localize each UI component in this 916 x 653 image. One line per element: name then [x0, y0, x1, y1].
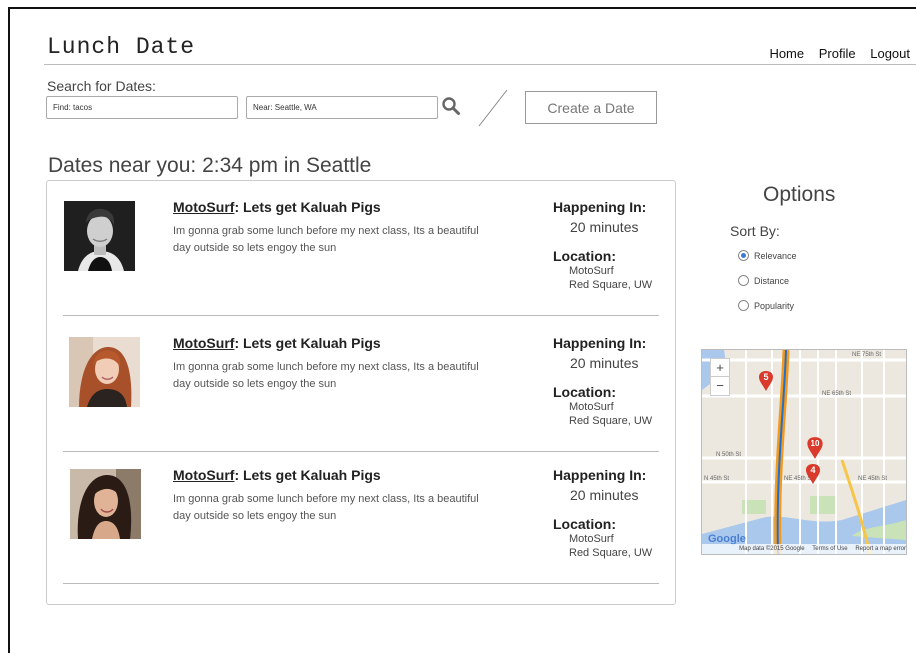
sort-relevance-radio[interactable]: Relevance — [738, 250, 797, 261]
happening-value: 20 minutes — [570, 355, 639, 371]
date-card[interactable]: MotoSurf: Lets get Kaluah Pigs Im gonna … — [63, 181, 659, 316]
place-link[interactable]: MotoSurf — [173, 199, 234, 215]
nav-logout-link[interactable]: Logout — [870, 46, 910, 61]
radio-label: Popularity — [754, 300, 795, 311]
location-place: MotoSurf — [569, 533, 614, 545]
location-area: Red Square, UW — [569, 415, 653, 427]
search-icon[interactable] — [441, 96, 461, 116]
radio-selected-icon — [738, 250, 749, 261]
svg-text:NE 45th St: NE 45th St — [858, 476, 887, 482]
sort-popularity-radio[interactable]: Popularity — [738, 300, 794, 311]
date-title: MotoSurf: Lets get Kaluah Pigs — [173, 335, 381, 351]
location-label: Location: — [553, 516, 616, 532]
nav-home-link[interactable]: Home — [769, 46, 804, 61]
radio-icon — [738, 300, 749, 311]
options-title: Options — [763, 183, 836, 206]
dates-panel: MotoSurf: Lets get Kaluah Pigs Im gonna … — [46, 180, 676, 605]
location-map[interactable]: NE 75th St NE 65th St N 50th St N 45th S… — [701, 349, 907, 555]
divider-slash — [478, 89, 508, 127]
place-link[interactable]: MotoSurf — [173, 335, 234, 351]
happening-value: 20 minutes — [570, 219, 639, 235]
nav-profile-link[interactable]: Profile — [819, 46, 856, 61]
location-area: Red Square, UW — [569, 279, 653, 291]
happening-label: Happening In: — [553, 335, 647, 351]
date-title: MotoSurf: Lets get Kaluah Pigs — [173, 467, 381, 483]
location-place: MotoSurf — [569, 265, 614, 277]
marker-label: 5 — [763, 372, 769, 382]
radio-label: Relevance — [754, 250, 797, 261]
date-description: Im gonna grab some lunch before my next … — [173, 493, 479, 522]
title-text: : Lets get Kaluah Pigs — [234, 467, 381, 483]
radio-label: Distance — [754, 275, 790, 286]
terms-link[interactable]: Terms of Use — [812, 546, 847, 552]
sort-distance-radio[interactable]: Distance — [738, 275, 789, 286]
create-date-button[interactable]: Create a Date — [525, 91, 657, 124]
top-nav: Home Profile Logout — [758, 46, 910, 61]
near-input[interactable] — [246, 96, 438, 119]
location-label: Location: — [553, 384, 616, 400]
find-input[interactable] — [46, 96, 238, 119]
svg-text:NE 65th St: NE 65th St — [822, 391, 851, 397]
title-text: : Lets get Kaluah Pigs — [234, 199, 381, 215]
place-link[interactable]: MotoSurf — [173, 467, 234, 483]
svg-text:N 50th St: N 50th St — [716, 452, 741, 458]
date-card[interactable]: MotoSurf: Lets get Kaluah Pigs Im gonna … — [63, 317, 659, 452]
marker-label: 10 — [810, 439, 820, 448]
date-title: MotoSurf: Lets get Kaluah Pigs — [173, 199, 381, 215]
happening-label: Happening In: — [553, 199, 647, 215]
map-footer: Map data ©2015 Google Terms of Use Repor… — [702, 544, 906, 554]
svg-text:NE 75th St: NE 75th St — [852, 352, 881, 358]
avatar[interactable] — [70, 469, 141, 539]
title-text: : Lets get Kaluah Pigs — [234, 335, 381, 351]
date-description: Im gonna grab some lunch before my next … — [173, 361, 479, 390]
zoom-out-button[interactable]: − — [710, 376, 730, 396]
map-data-credit: Map data ©2015 Google — [739, 546, 805, 552]
search-label: Search for Dates: — [47, 78, 156, 94]
header-divider — [44, 64, 916, 65]
location-place: MotoSurf — [569, 401, 614, 413]
happening-label: Happening In: — [553, 467, 647, 483]
location-label: Location: — [553, 248, 616, 264]
date-card[interactable]: MotoSurf: Lets get Kaluah Pigs Im gonna … — [63, 449, 659, 584]
radio-icon — [738, 275, 749, 286]
report-error-link[interactable]: Report a map error — [855, 546, 906, 552]
svg-text:N 45th St: N 45th St — [704, 476, 729, 482]
marker-label: 4 — [810, 465, 816, 475]
sort-by-label: Sort By: — [730, 223, 780, 239]
location-area: Red Square, UW — [569, 547, 653, 559]
happening-value: 20 minutes — [570, 487, 639, 503]
avatar[interactable] — [69, 337, 140, 407]
zoom-in-button[interactable]: + — [710, 358, 730, 378]
dates-heading: Dates near you: 2:34 pm in Seattle — [48, 154, 372, 177]
app-logo[interactable]: Lunch Date — [47, 34, 195, 60]
avatar[interactable] — [64, 201, 135, 271]
date-description: Im gonna grab some lunch before my next … — [173, 225, 479, 254]
map-canvas[interactable]: NE 75th St NE 65th St N 50th St N 45th S… — [702, 350, 906, 554]
